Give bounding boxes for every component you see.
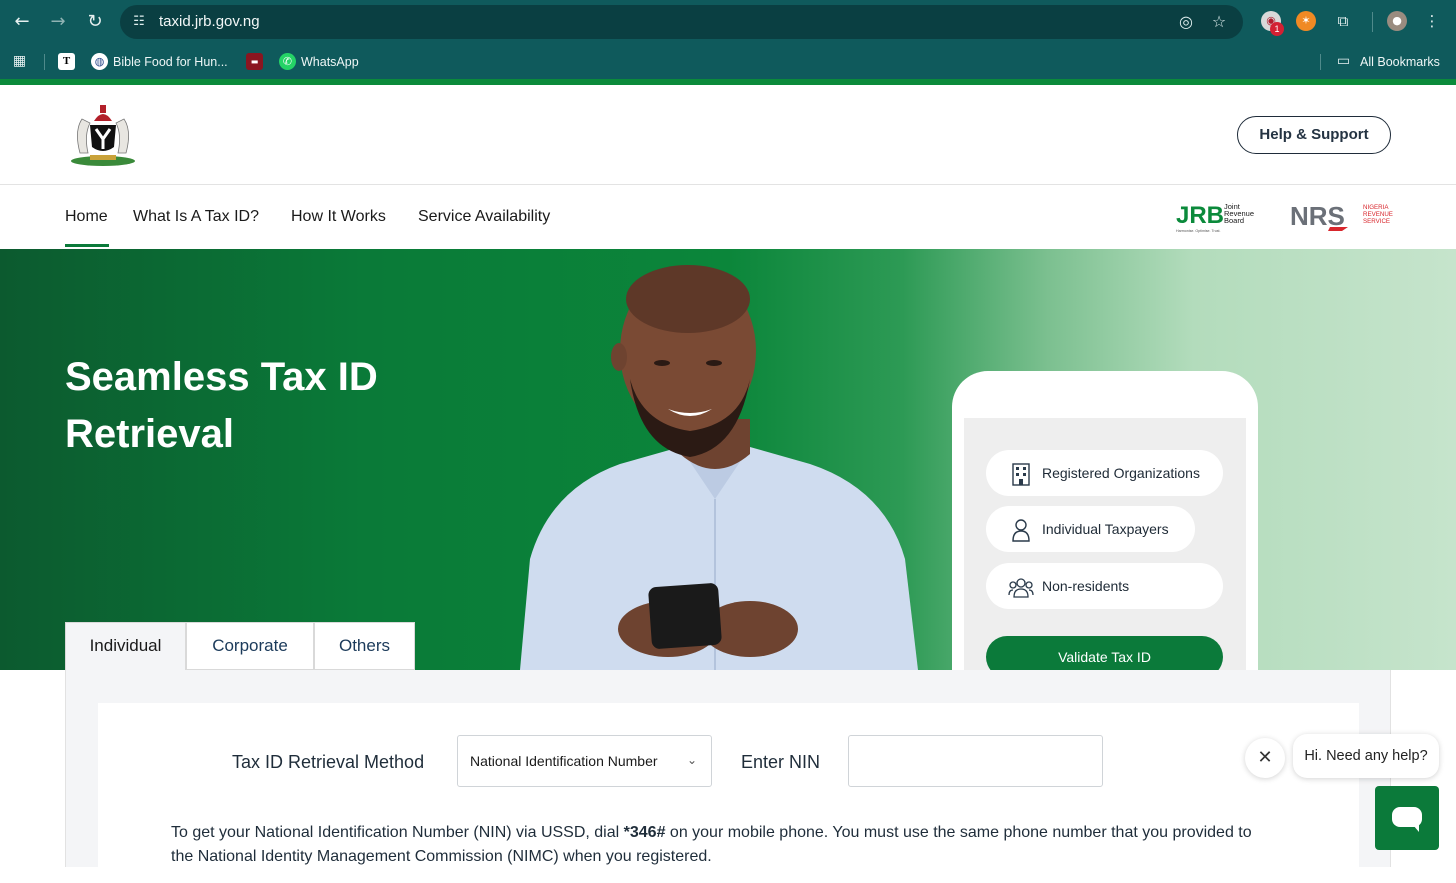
- validate-tax-id-button[interactable]: Validate Tax ID: [986, 636, 1223, 670]
- nin-label: Enter NIN: [741, 752, 821, 772]
- retrieval-method-label: Tax ID Retrieval Method: [232, 752, 425, 772]
- bookmarks-divider: [44, 54, 45, 70]
- site-settings-icon[interactable]: ☷: [130, 13, 148, 31]
- all-bookmarks[interactable]: All Bookmarks: [1360, 54, 1440, 70]
- forward-icon[interactable]: →: [46, 10, 70, 34]
- chat-close-icon[interactable]: ✕: [1245, 738, 1285, 778]
- group-icon: [1008, 578, 1034, 598]
- eye-off-icon[interactable]: ◎: [1176, 12, 1196, 32]
- profile-avatar[interactable]: ●: [1387, 11, 1407, 31]
- nav-how-it-works[interactable]: How It Works: [291, 207, 386, 227]
- svg-text:REVENUE: REVENUE: [1363, 211, 1393, 218]
- option-individual-taxpayers[interactable]: Individual Taxpayers: [986, 506, 1195, 552]
- option-label: Non-residents: [1042, 578, 1130, 594]
- hero-person-image: [520, 265, 918, 670]
- form-panel: Tax ID Retrieval Method National Identif…: [65, 670, 1391, 883]
- url-text: taxid.jrb.gov.ng: [159, 13, 260, 30]
- site-header: Help & Support: [0, 85, 1456, 185]
- menu-kebab-icon[interactable]: ⋮: [1422, 11, 1442, 31]
- note-prefix: To get your National Identification Numb…: [171, 824, 624, 841]
- phone-screen: Registered Organizations Individual Taxp…: [964, 418, 1246, 670]
- nin-ussd-note: To get your National Identification Numb…: [171, 821, 1261, 869]
- main-nav: Home What Is A Tax ID? How It Works Serv…: [0, 185, 1456, 249]
- bookmark-bible-food[interactable]: Bible Food for Hun...: [113, 54, 228, 70]
- tab-corporate[interactable]: Corporate: [186, 622, 314, 670]
- phone-mockup: Registered Organizations Individual Taxp…: [952, 371, 1258, 670]
- retrieval-method-select[interactable]: National Identification Number ⌄: [457, 735, 712, 787]
- help-support-button[interactable]: Help & Support: [1237, 116, 1391, 154]
- tab-individual[interactable]: Individual: [65, 622, 186, 670]
- form-card: Tax ID Retrieval Method National Identif…: [98, 703, 1359, 883]
- nin-input[interactable]: [848, 735, 1103, 787]
- svg-text:Board: Board: [1224, 216, 1244, 225]
- star-icon[interactable]: ☆: [1209, 12, 1229, 32]
- nrs-logo[interactable]: NRS NIGERIA REVENUE SERVICE: [1290, 201, 1394, 233]
- nav-what-is-tax-id[interactable]: What Is A Tax ID?: [133, 207, 259, 227]
- whatsapp-icon: ✆: [279, 53, 296, 70]
- chat-icon: [1392, 807, 1422, 832]
- hero-title: Seamless Tax ID Retrieval: [65, 355, 378, 456]
- chat-greeting-bubble[interactable]: Hi. Need any help?: [1293, 734, 1439, 778]
- svg-text:SERVICE: SERVICE: [1363, 218, 1390, 225]
- bookmarks-bar: ▦ T ◍ Bible Food for Hun... ▬ ✆ WhatsApp…: [0, 44, 1456, 80]
- extension-badge: 1: [1270, 22, 1284, 36]
- tab-others[interactable]: Others: [314, 622, 415, 670]
- nav-service-availability[interactable]: Service Availability: [418, 207, 550, 227]
- option-label: Registered Organizations: [1042, 465, 1200, 481]
- back-icon[interactable]: ←: [10, 10, 34, 34]
- option-registered-organizations[interactable]: Registered Organizations: [986, 450, 1223, 496]
- toolbar-divider: [1372, 12, 1373, 32]
- bookmark-t-icon[interactable]: T: [58, 53, 75, 70]
- chat-launcher-button[interactable]: [1375, 786, 1439, 850]
- browser-chrome: ← → ↻ ☷ taxid.jrb.gov.ng ◎ ☆ ◉ 1 ✶ ⧉ ● ⋮…: [0, 0, 1456, 85]
- svg-text:NRS: NRS: [1290, 201, 1345, 231]
- option-non-residents[interactable]: Non-residents: [986, 563, 1223, 609]
- retrieval-method-value: National Identification Number: [470, 753, 658, 769]
- coat-of-arms-logo[interactable]: [68, 101, 138, 167]
- option-label: Individual Taxpayers: [1042, 521, 1169, 537]
- nav-active-indicator: [65, 244, 109, 247]
- bookmarks-divider-right: [1320, 54, 1321, 70]
- ussd-code: *346#: [623, 824, 666, 841]
- reload-icon[interactable]: ↻: [83, 10, 107, 34]
- apps-grid-icon[interactable]: ▦: [11, 53, 28, 70]
- browser-toolbar: ← → ↻ ☷ taxid.jrb.gov.ng ◎ ☆ ◉ 1 ✶ ⧉ ● ⋮: [0, 0, 1456, 44]
- person-icon: [1012, 519, 1030, 542]
- svg-text:NIGERIA: NIGERIA: [1363, 204, 1389, 211]
- building-icon: [1012, 463, 1030, 486]
- globe-icon: ◍: [91, 53, 108, 70]
- address-bar[interactable]: ☷ taxid.jrb.gov.ng ◎ ☆: [120, 5, 1243, 39]
- folder-icon: ▭: [1336, 53, 1351, 69]
- svg-text:JRB: JRB: [1176, 202, 1224, 229]
- bookmark-whatsapp[interactable]: WhatsApp: [301, 54, 359, 70]
- jrb-logo[interactable]: JRB Joint Revenue Board Harmonise. Optim…: [1176, 201, 1266, 235]
- nav-home[interactable]: Home: [65, 207, 108, 227]
- svg-text:Harmonise. Optimise. Trust.: Harmonise. Optimise. Trust.: [1176, 229, 1221, 233]
- bookmark-red-icon[interactable]: ▬: [246, 53, 263, 70]
- extensions-puzzle-icon[interactable]: ⧉: [1333, 11, 1353, 31]
- extension-orange-icon[interactable]: ✶: [1296, 11, 1316, 31]
- chevron-down-icon: ⌄: [686, 753, 697, 767]
- hero-banner: Seamless Tax ID Retrieval Registered Org…: [0, 249, 1456, 670]
